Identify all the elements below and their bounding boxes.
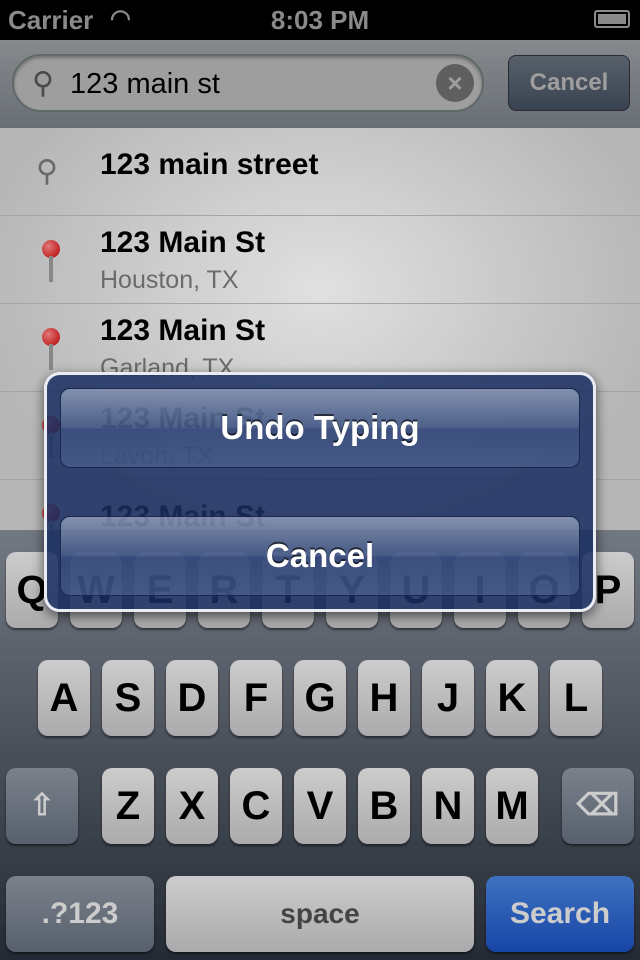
key-a[interactable]: A <box>38 660 90 736</box>
search-key[interactable]: Search <box>486 876 634 952</box>
key-m[interactable]: M <box>486 768 538 844</box>
undo-typing-button[interactable]: Undo Typing <box>60 388 580 468</box>
cancel-search-button[interactable]: Cancel <box>508 55 630 111</box>
status-bar: Carrier ◠ 8:03 PM <box>0 0 640 40</box>
key-g[interactable]: G <box>294 660 346 736</box>
search-icon: ⚲ <box>32 67 54 100</box>
key-k[interactable]: K <box>486 660 538 736</box>
key-v[interactable]: V <box>294 768 346 844</box>
key-j[interactable]: J <box>422 660 474 736</box>
search-icon: ⚲ <box>36 155 58 188</box>
result-title: 123 Main St <box>100 226 266 259</box>
key-z[interactable]: Z <box>102 768 154 844</box>
pin-icon <box>42 328 60 372</box>
result-subtitle: Houston, TX <box>100 266 239 294</box>
clock: 8:03 PM <box>270 5 370 35</box>
search-input[interactable]: ⚲ 123 main st × <box>12 54 484 112</box>
key-l[interactable]: L <box>550 660 602 736</box>
numbers-key[interactable]: .?123 <box>6 876 154 952</box>
key-f[interactable]: F <box>230 660 282 736</box>
search-value: 123 main st <box>70 68 220 100</box>
result-title: 123 Main St <box>100 314 266 347</box>
alert-cancel-button[interactable]: Cancel <box>60 516 580 596</box>
key-b[interactable]: B <box>358 768 410 844</box>
key-c[interactable]: C <box>230 768 282 844</box>
undo-alert: Undo Typing Cancel <box>44 372 596 612</box>
battery-icon <box>594 10 630 28</box>
key-d[interactable]: D <box>166 660 218 736</box>
result-title: 123 main street <box>100 148 319 181</box>
delete-key-icon[interactable]: ⌫ <box>562 768 634 844</box>
space-key[interactable]: space <box>166 876 474 952</box>
key-s[interactable]: S <box>102 660 154 736</box>
shift-key-icon[interactable]: ⇧ <box>6 768 78 844</box>
pin-icon <box>42 240 60 284</box>
key-h[interactable]: H <box>358 660 410 736</box>
clear-icon[interactable]: × <box>436 64 474 102</box>
result-row[interactable]: ⚲ 123 main street <box>0 128 640 216</box>
search-bar: ⚲ 123 main st × Cancel <box>0 40 640 128</box>
key-n[interactable]: N <box>422 768 474 844</box>
key-x[interactable]: X <box>166 768 218 844</box>
result-row[interactable]: 123 Main St Houston, TX <box>0 216 640 304</box>
